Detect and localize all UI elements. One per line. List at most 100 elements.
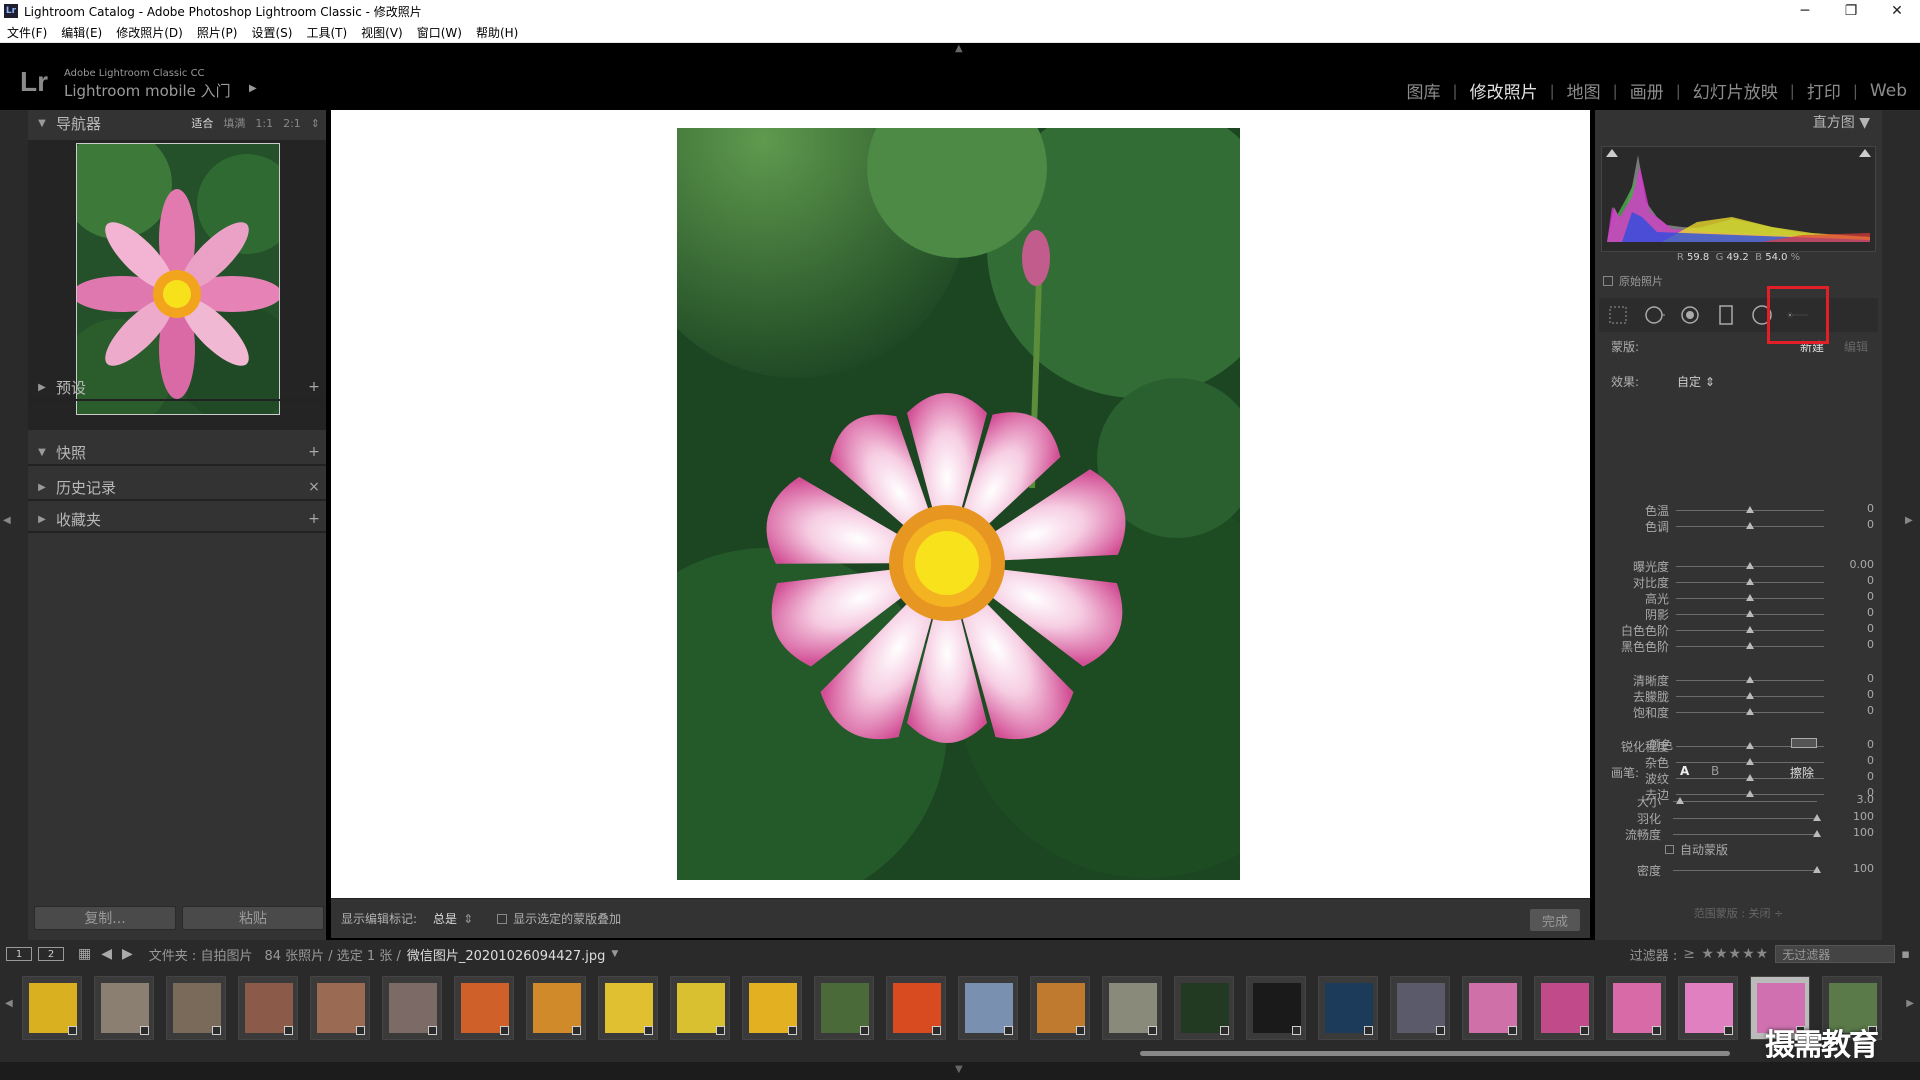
brush-b-tab[interactable]: B xyxy=(1711,764,1719,778)
density-value[interactable]: 100 xyxy=(1853,862,1874,875)
filmstrip-thumbnail[interactable] xyxy=(238,976,298,1040)
filmstrip-right-arrow-icon[interactable]: ▶ xyxy=(1906,998,1914,1009)
original-photo-toggle[interactable]: 原始照片 xyxy=(1603,273,1663,289)
module-slideshow[interactable]: 幻灯片放映 xyxy=(1690,78,1781,103)
folder-path[interactable]: 文件夹 : 自拍图片 xyxy=(149,945,253,964)
filmstrip-thumbnail[interactable] xyxy=(382,976,442,1040)
filmstrip-thumbnail[interactable] xyxy=(1606,976,1666,1040)
zoom-dropdown-icon[interactable]: ⇕ xyxy=(311,117,320,130)
mobile-link[interactable]: Lightroom mobile 入门 xyxy=(64,80,231,101)
brush-slider-value[interactable]: 3.0 xyxy=(1857,793,1875,806)
zoom-1-1[interactable]: 1:1 xyxy=(255,117,273,130)
add-preset-button[interactable]: + xyxy=(302,379,326,395)
module-book[interactable]: 画册 xyxy=(1627,78,1667,103)
back-arrow-icon[interactable]: ◀ xyxy=(101,946,112,962)
slider-knob[interactable] xyxy=(1746,506,1754,513)
slider-value[interactable]: 0 xyxy=(1867,574,1874,587)
right-panel-edge[interactable]: ▶ xyxy=(1882,110,1920,940)
slider-knob[interactable] xyxy=(1746,692,1754,699)
original-photo-checkbox[interactable] xyxy=(1603,276,1613,286)
filmstrip-thumbnail[interactable] xyxy=(886,976,946,1040)
slider-knob[interactable] xyxy=(1813,814,1821,821)
play-arrow-icon[interactable]: ▶ xyxy=(249,83,257,94)
filmstrip-thumbnail[interactable] xyxy=(166,976,226,1040)
collapse-triangle-icon[interactable]: ▼ xyxy=(1859,115,1870,131)
effect-preset-select[interactable]: 自定 ⇕ xyxy=(1677,373,1715,390)
filter-select[interactable]: 无过滤器 xyxy=(1775,945,1896,963)
left-collapse-icon[interactable]: ◀ xyxy=(3,515,11,526)
image-canvas[interactable] xyxy=(331,110,1590,898)
slider-value[interactable]: 0 xyxy=(1867,770,1874,783)
brush-slider-value[interactable]: 100 xyxy=(1853,810,1874,823)
module-print[interactable]: 打印 xyxy=(1804,78,1844,103)
color-swatch[interactable] xyxy=(1791,738,1817,748)
filmstrip-thumbnail[interactable] xyxy=(22,976,82,1040)
slider-value[interactable]: 0 xyxy=(1867,672,1874,685)
filename-dropdown-icon[interactable]: ▼ xyxy=(611,949,618,959)
red-eye-icon[interactable] xyxy=(1679,304,1701,326)
overlay-checkbox[interactable] xyxy=(497,913,508,924)
slider-knob[interactable] xyxy=(1746,708,1754,715)
add-snapshot-button[interactable]: + xyxy=(302,444,326,460)
filmstrip-thumbnail[interactable] xyxy=(958,976,1018,1040)
left-panel-edge[interactable]: ◀ xyxy=(0,110,28,940)
slider-value[interactable]: 0 xyxy=(1867,754,1874,767)
menu-tools[interactable]: 工具(T) xyxy=(299,24,354,41)
crop-overlay-icon[interactable] xyxy=(1607,304,1629,326)
forward-arrow-icon[interactable]: ▶ xyxy=(122,946,133,962)
brush-erase-tab[interactable]: 擦除 xyxy=(1790,764,1814,781)
range-mask-select[interactable]: 范围蒙版 : 关闭 ÷ xyxy=(1595,905,1882,921)
menu-settings[interactable]: 设置(S) xyxy=(244,24,299,41)
minimize-button[interactable]: ─ xyxy=(1782,3,1828,19)
slider-value[interactable]: 0 xyxy=(1867,518,1874,531)
star-rating-filter[interactable]: ≥ ★★★★★ xyxy=(1683,946,1769,962)
filmstrip-thumbnail[interactable] xyxy=(1390,976,1450,1040)
right-collapse-icon[interactable]: ▶ xyxy=(1905,515,1913,526)
slider-value[interactable]: 0 xyxy=(1867,638,1874,651)
slider-knob[interactable] xyxy=(1746,642,1754,649)
file-name[interactable]: 微信图片_20201026094427.jpg xyxy=(407,945,606,964)
menu-window[interactable]: 窗口(W) xyxy=(410,24,469,41)
expand-triangle-icon[interactable]: ▶ xyxy=(28,382,56,393)
filmstrip-thumbnail[interactable] xyxy=(94,976,154,1040)
menu-edit[interactable]: 编辑(E) xyxy=(54,24,109,41)
restore-button[interactable]: ❐ xyxy=(1828,3,1874,19)
navigator-header[interactable]: ▼ 导航器 适合 填满 1:1 2:1 ⇕ xyxy=(28,110,326,136)
module-library[interactable]: 图库 xyxy=(1404,78,1444,103)
dropdown-icon[interactable]: ⇕ xyxy=(463,912,473,926)
filmstrip-thumbnail[interactable] xyxy=(454,976,514,1040)
zoom-fill[interactable]: 填满 xyxy=(223,115,245,131)
expand-triangle-icon[interactable]: ▶ xyxy=(28,482,56,493)
top-panel-toggle-icon[interactable]: ▲ xyxy=(955,43,963,54)
presets-header[interactable]: ▶ 预设 + xyxy=(28,375,326,401)
filmstrip-thumbnail[interactable] xyxy=(1246,976,1306,1040)
slider-knob[interactable] xyxy=(1746,676,1754,683)
histogram-graph[interactable] xyxy=(1601,146,1876,252)
slider-knob[interactable] xyxy=(1746,742,1754,749)
slider-value[interactable]: 0 xyxy=(1867,606,1874,619)
menu-file[interactable]: 文件(F) xyxy=(0,24,54,41)
spot-removal-icon[interactable] xyxy=(1643,304,1665,326)
slider-track[interactable] xyxy=(1673,801,1817,802)
slider-knob[interactable] xyxy=(1813,866,1821,873)
filmstrip-left-arrow-icon[interactable]: ◀ xyxy=(5,998,13,1009)
auto-mask-toggle[interactable]: 自动蒙版 xyxy=(1665,841,1728,858)
brush-a-tab[interactable]: A xyxy=(1680,764,1689,778)
slider-value[interactable]: 0.00 xyxy=(1850,558,1875,571)
zoom-2-1[interactable]: 2:1 xyxy=(283,117,301,130)
slider-value[interactable]: 0 xyxy=(1867,738,1874,751)
menu-photo[interactable]: 照片(P) xyxy=(190,24,245,41)
slider-track[interactable] xyxy=(1673,834,1817,835)
monitor-1-button[interactable]: 1 xyxy=(6,947,32,961)
slider-value[interactable]: 0 xyxy=(1867,502,1874,515)
mask-edit-button[interactable]: 编辑 xyxy=(1844,338,1868,355)
bottom-panel-edge[interactable]: ▼ xyxy=(0,1062,1920,1080)
expand-triangle-icon[interactable]: ▶ xyxy=(28,514,56,525)
graduated-filter-icon[interactable] xyxy=(1715,304,1737,326)
paste-button[interactable]: 粘贴 xyxy=(182,906,324,930)
filmstrip-thumbnail[interactable] xyxy=(670,976,730,1040)
module-map[interactable]: 地图 xyxy=(1564,78,1604,103)
monitor-2-button[interactable]: 2 xyxy=(38,947,64,961)
filmstrip-scrollbar[interactable] xyxy=(1140,1051,1730,1056)
clear-history-button[interactable]: × xyxy=(302,479,326,495)
